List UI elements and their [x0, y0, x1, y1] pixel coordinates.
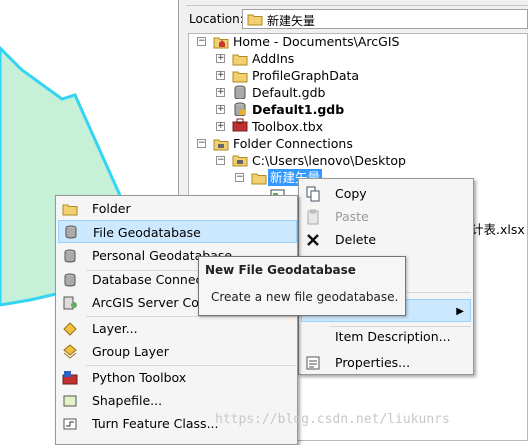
expand-toggle-defaultgdb[interactable]: +: [216, 88, 225, 97]
collapse-toggle-folder-connections[interactable]: −: [197, 139, 206, 148]
new-folder-label: Folder: [92, 201, 131, 216]
menu-delete-label: Delete: [335, 232, 377, 247]
expand-toggle-addins[interactable]: +: [216, 54, 225, 63]
open-folder-icon: [251, 173, 267, 185]
geodatabase-icon: [65, 225, 77, 239]
turn-feature-class-icon: [63, 418, 77, 430]
new-file-geodatabase[interactable]: File Geodatabase: [58, 220, 297, 243]
tree-addins[interactable]: AddIns: [252, 50, 294, 67]
new-python-toolbox-label: Python Toolbox: [92, 370, 187, 385]
new-file-geodatabase-label: File Geodatabase: [93, 225, 201, 240]
copy-icon: [306, 186, 320, 202]
location-value: 新建矢量: [267, 14, 316, 28]
new-group-layer[interactable]: Group Layer: [56, 340, 297, 363]
new-turn-feature-class-label: Turn Feature Class...: [92, 416, 219, 431]
location-input[interactable]: 新建矢量: [242, 9, 528, 29]
tree-default-gdb[interactable]: Default.gdb: [252, 84, 325, 101]
menu-paste-label: Paste: [335, 209, 369, 224]
tree-toolbox-tbx[interactable]: Toolbox.tbx: [252, 118, 323, 135]
submenu-arrow-icon: ▶: [456, 306, 464, 317]
collapse-toggle-home[interactable]: −: [197, 37, 206, 46]
new-layer-label: Layer...: [92, 321, 138, 336]
menu-copy[interactable]: Copy: [299, 182, 473, 205]
layer-icon: [63, 322, 77, 336]
folder-connection-icon: [232, 155, 248, 167]
menu-item-description[interactable]: Item Description...: [299, 325, 473, 348]
new-python-toolbox[interactable]: Python Toolbox: [56, 366, 297, 389]
menu-properties[interactable]: Properties...: [299, 351, 473, 374]
tree-xlsx-partial[interactable]: 计表.xlsx: [471, 221, 525, 238]
collapse-toggle-desktop[interactable]: −: [216, 156, 225, 165]
new-group-layer-label: Group Layer: [92, 344, 169, 359]
personal-geodatabase-icon: [64, 249, 76, 263]
tree-desktop[interactable]: C:\Users\lenovo\Desktop: [252, 152, 406, 169]
tree-default1-gdb[interactable]: Default1.gdb: [252, 101, 344, 118]
group-layer-icon: [63, 344, 77, 359]
menu-item-description-label: Item Description...: [335, 329, 451, 344]
home-folder-icon: [213, 37, 229, 49]
new-layer[interactable]: Layer...: [56, 317, 297, 340]
geodatabase-icon: [234, 85, 246, 99]
database-connection-icon: [64, 273, 76, 287]
paste-icon: [307, 209, 319, 225]
tooltip: New File Geodatabase Create a new file g…: [198, 256, 406, 316]
folder-icon: [62, 204, 78, 216]
python-toolbox-icon: [62, 371, 78, 385]
collapse-toggle-new-folder[interactable]: −: [235, 173, 244, 182]
tree-profilegraphdata[interactable]: ProfileGraphData: [252, 67, 359, 84]
expand-toggle-toolbox[interactable]: +: [216, 122, 225, 131]
catalog-toolbar: [186, 0, 528, 6]
tooltip-description: Create a new file geodatabase.: [211, 290, 399, 304]
toolbox-icon: [232, 118, 248, 132]
expand-toggle-profile[interactable]: +: [216, 71, 225, 80]
menu-paste[interactable]: Paste: [299, 205, 473, 228]
folder-icon: [232, 71, 248, 83]
menu-delete[interactable]: Delete: [299, 228, 473, 251]
location-label: Location:: [189, 12, 244, 26]
new-submenu: Folder File Geodatabase Personal Geodata…: [55, 195, 298, 445]
shapefile-icon: [63, 395, 77, 407]
tree-home[interactable]: Home - Documents\ArcGIS: [233, 33, 399, 50]
geodatabase-home-icon: [234, 102, 246, 116]
watermark: https://blog.csdn.net/liukunrs: [215, 412, 450, 427]
folder-connection-icon: [213, 139, 229, 151]
new-shapefile-label: Shapefile...: [92, 393, 163, 408]
folder-icon: [247, 14, 263, 26]
tooltip-title: New File Geodatabase: [205, 263, 356, 277]
server-connection-icon: [63, 296, 77, 310]
properties-icon: [306, 356, 320, 370]
expand-toggle-default1gdb[interactable]: +: [216, 105, 225, 114]
new-shapefile[interactable]: Shapefile...: [56, 389, 297, 412]
menu-copy-label: Copy: [335, 186, 367, 201]
new-folder[interactable]: Folder: [56, 197, 297, 220]
tree-folder-connections[interactable]: Folder Connections: [233, 135, 353, 152]
menu-properties-label: Properties...: [335, 355, 411, 370]
delete-x-icon: [307, 234, 319, 246]
folder-icon: [232, 54, 248, 66]
